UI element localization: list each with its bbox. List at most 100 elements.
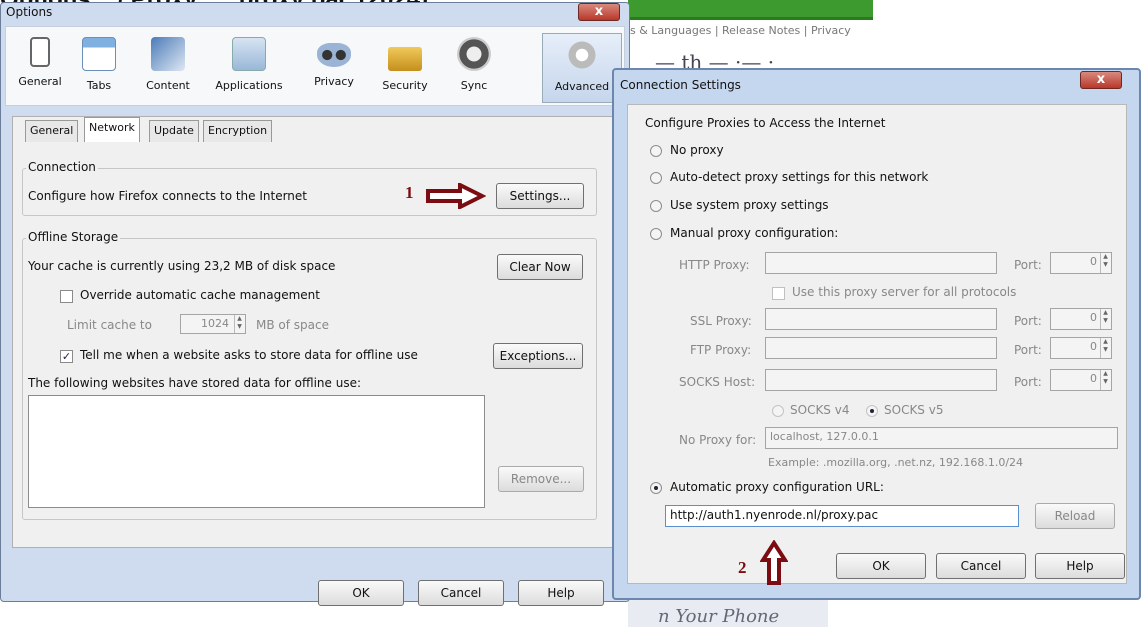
toolbar-tabs-label: Tabs [86,79,112,92]
http-port-spinner[interactable]: ▲ ▼ [1100,253,1110,273]
sync-icon [457,37,491,71]
toolbar-privacy-label: Privacy [314,75,354,88]
connection-description: Configure how Firefox connects to the In… [28,189,307,203]
clear-now-button[interactable]: Clear Now [497,254,583,280]
gear-icon [565,38,599,72]
socks-host-input[interactable] [765,369,997,391]
manual-proxy-radio[interactable] [650,228,662,240]
ftp-port-spinner[interactable]: ▲ ▼ [1100,338,1110,358]
tabs-icon [82,37,116,71]
toolbar-privacy[interactable]: Privacy [304,33,364,103]
general-icon [30,37,50,67]
privacy-mask-icon [317,43,351,67]
toolbar-tabs[interactable]: Tabs [76,33,122,103]
limit-cache-label: Limit cache to [67,318,152,332]
options-ok-button[interactable]: OK [318,580,404,606]
toolbar-security[interactable]: Security [372,33,438,103]
auto-detect-label: Auto-detect proxy settings for this netw… [670,170,929,184]
pac-url-input[interactable]: http://auth1.nyenrode.nl/proxy.pac [665,505,1019,527]
padlock-icon [388,47,422,71]
override-cache-label: Override automatic cache management [80,288,320,302]
connection-close-button[interactable]: x [1080,71,1122,89]
no-proxy-example: Example: .mozilla.org, .net.nz, 192.168.… [768,456,1024,469]
limit-cache-unit: MB of space [256,318,329,332]
system-proxy-radio[interactable] [650,200,662,212]
socks-port-label: Port: [1014,375,1042,389]
connection-help-button[interactable]: Help [1035,553,1125,579]
http-port-label: Port: [1014,258,1042,272]
content-icon [151,37,185,71]
options-toolbar: General Tabs Content Applications Privac… [5,26,625,106]
auto-proxy-url-label: Automatic proxy configuration URL: [670,480,884,494]
socks-port-spinner[interactable]: ▲ ▼ [1100,370,1110,390]
auto-detect-radio[interactable] [650,172,662,184]
cache-usage-text: Your cache is currently using 23,2 MB of… [28,259,336,273]
connection-settings-title: Connection Settings [620,78,741,92]
subtab-encryption[interactable]: Encryption [203,120,273,142]
toolbar-applications[interactable]: Applications [206,33,292,103]
manual-proxy-label: Manual proxy configuration: [670,226,839,240]
subtab-update[interactable]: Update [149,120,199,142]
toolbar-general[interactable]: General [12,33,68,103]
socks-v5-radio[interactable] [866,405,878,417]
options-title: Options [6,5,53,19]
ssl-port-label: Port: [1014,314,1042,328]
stored-sites-label: The following websites have stored data … [28,376,362,390]
toolbar-general-label: General [18,75,62,88]
connection-cancel-button[interactable]: Cancel [936,553,1026,579]
socks-v4-label: SOCKS v4 [790,403,850,417]
remove-button[interactable]: Remove... [498,466,584,492]
browser-banner [628,0,873,20]
ssl-proxy-label: SSL Proxy: [690,314,752,328]
http-proxy-label: HTTP Proxy: [679,258,750,272]
ftp-port-label: Port: [1014,343,1042,357]
auto-proxy-url-radio[interactable] [650,482,662,494]
socks-v4-radio[interactable] [772,405,784,417]
options-help-button[interactable]: Help [518,580,604,606]
toolbar-security-label: Security [382,79,428,92]
browser-bottom-text: n Your Phone [658,606,780,627]
arrow-right-icon [426,183,486,209]
subtab-general[interactable]: General [25,120,79,142]
step-2-marker: 2 [738,558,747,577]
arrow-up-icon [760,540,788,585]
system-proxy-label: Use system proxy settings [670,198,829,212]
cache-limit-spinner[interactable]: ▲ ▼ [234,315,244,333]
no-proxy-label: No proxy [670,143,724,157]
ftp-proxy-label: FTP Proxy: [690,343,752,357]
no-proxy-for-label: No Proxy for: [679,433,757,447]
connection-ok-button[interactable]: OK [836,553,926,579]
reload-button[interactable]: Reload [1035,503,1115,529]
offline-storage-label: Offline Storage [26,230,121,244]
applications-icon [232,37,266,71]
ftp-proxy-input[interactable] [765,337,997,359]
subtab-network[interactable]: Network [84,117,140,142]
browser-footer-links[interactable]: s & Languages | Release Notes | Privacy [630,24,851,37]
toolbar-advanced[interactable]: Advanced [542,33,622,103]
use-same-proxy-checkbox[interactable] [772,287,785,300]
toolbar-advanced-label: Advanced [554,80,610,93]
proxy-group-label: Configure Proxies to Access the Internet [645,116,886,130]
tell-me-label: Tell me when a website asks to store dat… [80,348,418,362]
ssl-port-spinner[interactable]: ▲ ▼ [1100,309,1110,329]
options-close-button[interactable]: x [578,3,620,21]
no-proxy-for-input[interactable]: localhost, 127.0.0.1 [765,427,1118,449]
stored-sites-list[interactable] [28,395,485,508]
toolbar-content-label: Content [146,79,190,92]
connection-group-label: Connection [26,160,98,174]
tell-me-checkbox[interactable]: ✓ [60,350,73,363]
socks-v5-label: SOCKS v5 [884,403,944,417]
use-same-proxy-label: Use this proxy server for all protocols [792,285,1017,299]
override-cache-checkbox[interactable] [60,290,73,303]
step-1-marker: 1 [405,183,414,202]
toolbar-content[interactable]: Content [136,33,200,103]
browser-bottom-banner: n Your Phone [628,600,828,627]
http-proxy-input[interactable] [765,252,997,274]
no-proxy-radio[interactable] [650,145,662,157]
ssl-proxy-input[interactable] [765,308,997,330]
toolbar-sync-label: Sync [460,79,488,92]
settings-button[interactable]: Settings... [496,183,584,209]
exceptions-button[interactable]: Exceptions... [493,343,583,369]
toolbar-sync[interactable]: Sync [446,33,502,103]
options-cancel-button[interactable]: Cancel [418,580,504,606]
